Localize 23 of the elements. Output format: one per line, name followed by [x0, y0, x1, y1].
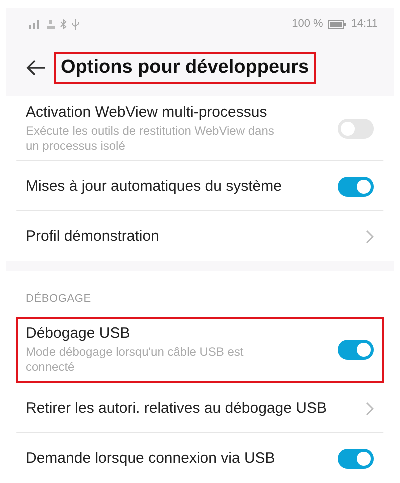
- toggle-switch[interactable]: [338, 176, 374, 196]
- battery-percent: 100 %: [292, 18, 324, 30]
- toggle-switch[interactable]: [338, 119, 374, 139]
- setting-title: Débogage USB: [26, 325, 132, 342]
- toggle-switch[interactable]: [338, 340, 374, 360]
- setting-title: Mises à jour automatiques du système: [26, 178, 283, 195]
- toggle-switch[interactable]: [338, 448, 374, 468]
- page-title: Options pour développeurs: [54, 52, 316, 84]
- setting-title: Activation WebView multi-processus: [26, 104, 268, 121]
- setting-title: Demande lorsque connexion via USB: [26, 450, 276, 467]
- setting-description: Mode débogage lorsqu'un câble USB est connecté: [26, 345, 245, 375]
- section-heading: DÉBOGAGE: [25, 292, 92, 307]
- chevron-icon[interactable]: [366, 230, 374, 244]
- setting-title: Profil démonstration: [26, 228, 160, 245]
- battery-icon: [328, 20, 346, 28]
- chevron-icon[interactable]: [366, 402, 374, 416]
- usb-icon: [72, 18, 80, 30]
- signal-icon: [28, 19, 42, 29]
- clock: 14:11: [351, 18, 378, 30]
- setting-title: Retirer les autori. relatives au débogage USB: [26, 400, 328, 417]
- bluetooth-icon: [60, 18, 67, 30]
- back-icon[interactable]: [26, 60, 46, 76]
- setting-description: Exécute les outils de restitution WebView dans un processus isolé: [26, 124, 276, 154]
